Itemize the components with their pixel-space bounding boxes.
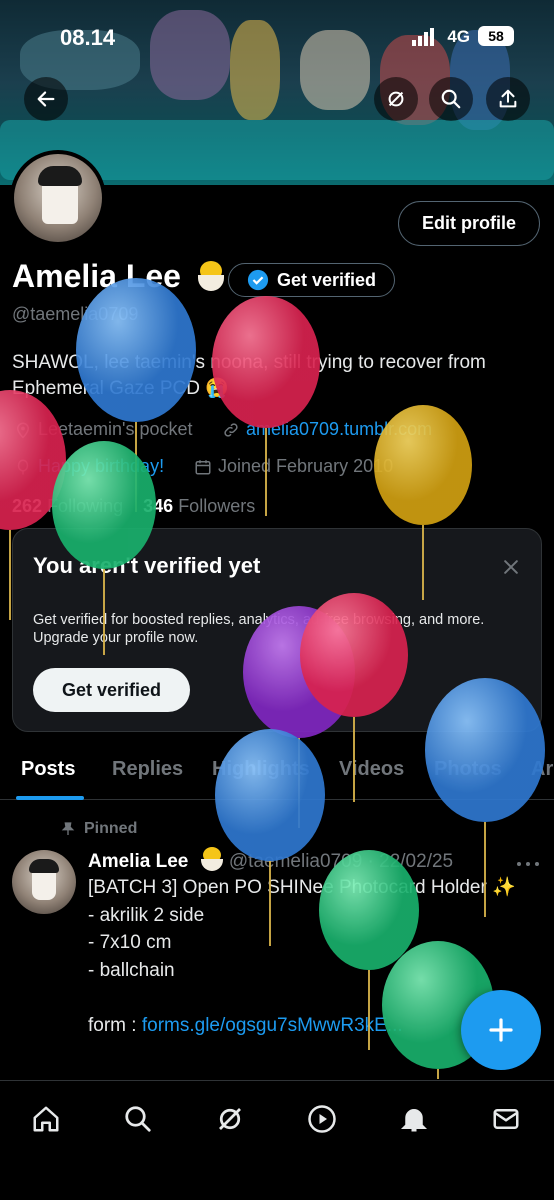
verify-card-title: You aren't verified yet [33,553,261,578]
grok-icon [388,91,404,107]
birthday-text: Happy birthday! [38,456,165,476]
post-avatar[interactable] [12,850,76,914]
following-count: 262 [12,496,43,516]
pin-icon [61,822,75,835]
joined-text: Joined February 2010 [218,456,394,476]
post-text: [BATCH 3] Open PO SHINee Photocard Holde… [88,877,516,1036]
pinned-text: Pinned [84,820,138,837]
profile-name-text: Amelia Lee [12,258,181,294]
tab-videos[interactable]: Videos [339,758,404,781]
tab-replies[interactable]: Replies [112,758,183,781]
post-more-button[interactable] [516,855,540,873]
search-icon [441,89,461,109]
back-button[interactable] [24,77,68,121]
following-label: Following [47,496,124,516]
status-time: 08.14 [60,25,116,50]
tab-posts[interactable]: Posts [21,758,75,781]
verify-card-button[interactable]: Get verified [33,668,190,712]
profile-handle: @taemelia0709 [12,304,139,324]
nav-notifications[interactable] [396,1101,432,1137]
profile-bio: SHAWOL, lee taemin's noona, still trying… [12,352,486,399]
link-icon [224,422,238,437]
share-icon [499,89,517,108]
verify-card: You aren't verified yet Get verified for… [12,528,542,732]
balloon-red-1 [212,296,320,516]
nav-search[interactable] [120,1101,156,1137]
calendar-icon [195,459,211,474]
battery-indicator: 58 [478,26,514,46]
post-handle-date: @taemelia0709 · 22/02/25 [228,851,454,872]
play-icon [308,1105,336,1133]
search-button[interactable] [429,77,473,121]
grok-nav-icon [219,1108,241,1130]
verified-badge-icon [247,269,269,291]
followers-count: 346 [143,496,174,516]
edit-profile-button[interactable]: Edit profile [398,201,540,246]
network-label: 4G [447,27,470,46]
get-verified-label: Get verified [277,269,377,290]
verify-card-description: Get verified for boosted replies, analyt… [33,612,485,646]
home-icon [33,1106,59,1132]
plus-icon [489,1018,513,1042]
post-link[interactable]: forms.gle/ogsgu7sMwwR3kE... [142,1015,403,1036]
post-author[interactable]: Amelia Lee [88,851,188,872]
compose-button[interactable] [461,990,541,1070]
location-text: Leetaemin's pocket [38,419,193,439]
nav-video[interactable] [304,1101,340,1137]
follow-stats: 262 Following 346 Followers [12,496,255,517]
signal-icon [412,28,436,51]
nav-home[interactable] [28,1101,64,1137]
profile-joined: Joined February 2010 [194,456,393,477]
tab-photos[interactable]: Photos [434,758,502,781]
mail-icon [493,1109,519,1129]
tab-articles[interactable]: Ar [531,758,553,781]
close-icon [504,560,518,574]
nav-messages[interactable] [488,1101,524,1137]
close-button[interactable] [501,557,521,582]
profile-name: Amelia Lee [12,258,226,295]
profile-website[interactable]: amelia0709.tumblr.com [222,419,432,440]
share-button[interactable] [486,77,530,121]
profile-tabs: Posts Replies Highlights Videos Photos A… [0,748,554,800]
grok-button[interactable] [374,77,418,121]
chick-emoji-icon [200,847,224,871]
get-verified-button[interactable]: Get verified [228,263,395,297]
status-bar: 08.14 4G 58 [0,22,554,52]
tab-highlights[interactable]: Highlights [212,758,310,781]
website-link[interactable]: amelia0709.tumblr.com [246,419,432,440]
nav-grok[interactable] [212,1101,248,1137]
chick-emoji-icon [196,261,226,291]
profile-location: Leetaemin's pocket [14,419,193,440]
followers-label: Followers [178,496,256,516]
post-header: Amelia Lee @taemelia0709 · 22/02/25 [88,847,453,873]
balloon-icon [17,459,29,474]
bottom-nav [0,1080,554,1200]
bell-icon [400,1109,428,1132]
search-nav-icon [125,1106,151,1132]
location-icon [16,422,30,439]
more-icon [517,862,539,866]
profile-birthday: Happy birthday! [14,456,164,477]
following-link[interactable]: 262 Following [12,496,123,516]
followers-link[interactable]: 346 Followers [143,496,255,516]
pinned-label: Pinned [60,820,137,838]
back-arrow-icon [37,91,55,107]
profile-avatar[interactable] [10,150,106,246]
active-tab-indicator [16,796,84,800]
